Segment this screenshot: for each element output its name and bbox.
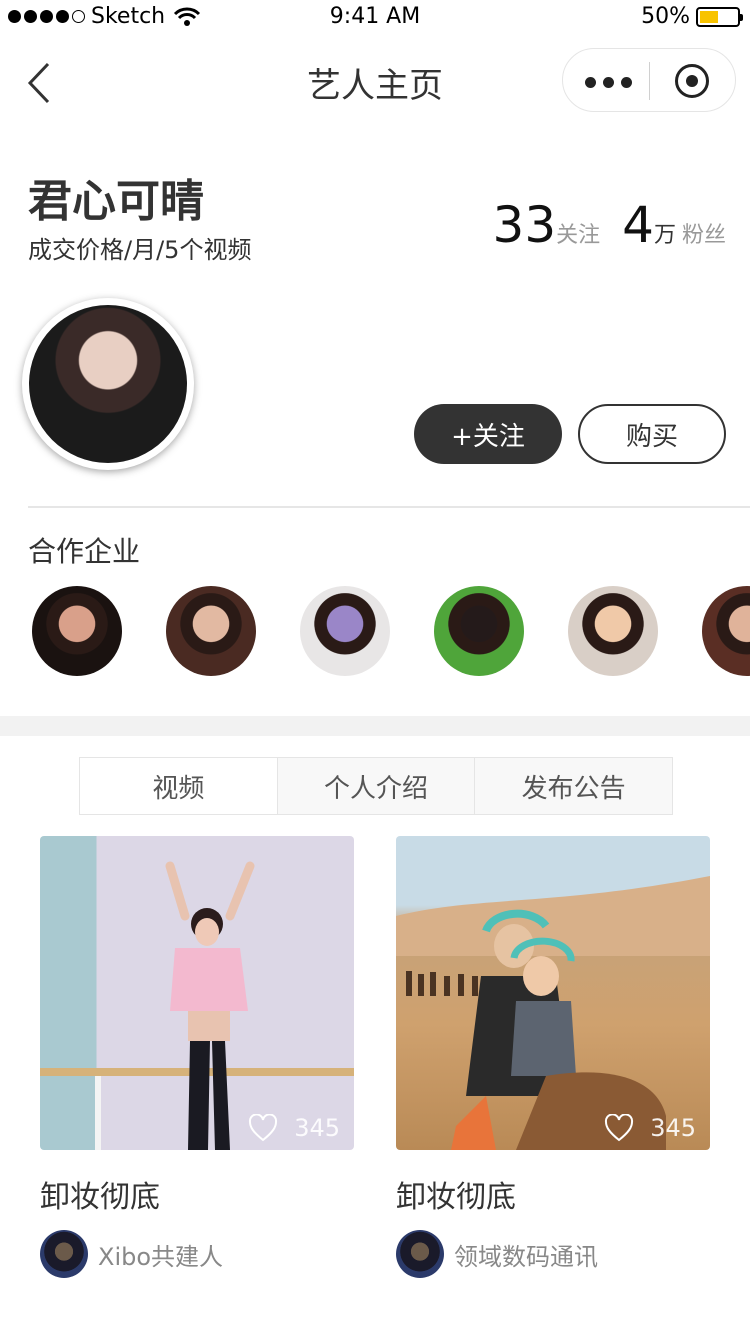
- battery-icon: [696, 6, 743, 27]
- video-title[interactable]: 卸妆彻底: [396, 1172, 710, 1216]
- buy-button[interactable]: 购买: [578, 404, 726, 464]
- tab-bar: 视频 个人介绍 发布公告: [79, 757, 673, 815]
- target-circle-icon[interactable]: [675, 64, 709, 98]
- author-avatar: [396, 1230, 444, 1278]
- following-count: 33: [492, 196, 557, 254]
- video-author[interactable]: Xibo共建人: [40, 1230, 354, 1278]
- battery-fill: [700, 10, 718, 23]
- tab-0[interactable]: 视频: [80, 758, 278, 814]
- heart-icon[interactable]: [604, 1114, 634, 1142]
- artist-stats: 33 关注 4 万 粉丝: [493, 196, 726, 254]
- heart-icon[interactable]: [248, 1114, 278, 1142]
- capsule-divider: [649, 62, 650, 100]
- tab-2[interactable]: 发布公告: [475, 758, 673, 814]
- likes-counter: 345: [604, 1114, 696, 1142]
- author-avatar: [40, 1230, 88, 1278]
- author-name: 领域数码通讯: [454, 1242, 598, 1271]
- video-card[interactable]: 345 卸妆彻底 Xibo共建人: [40, 836, 354, 1278]
- likes-counter: 345: [248, 1114, 340, 1142]
- cooperation-logo[interactable]: [32, 586, 122, 676]
- cooperation-logo[interactable]: [568, 586, 658, 676]
- cooperation-logo-list: [32, 586, 750, 678]
- video-title[interactable]: 卸妆彻底: [40, 1172, 354, 1216]
- cooperation-logo[interactable]: [300, 586, 390, 676]
- cooperation-logo[interactable]: [434, 586, 524, 676]
- fans-count: 4: [622, 196, 654, 254]
- nav-bar: 艺人主页: [0, 40, 750, 124]
- likes-count: 345: [650, 1114, 696, 1142]
- tab-1[interactable]: 个人介绍: [277, 758, 476, 814]
- avatar-photo: [29, 305, 187, 463]
- video-thumbnail[interactable]: 345: [40, 836, 354, 1150]
- following-label: 关注: [556, 223, 601, 248]
- cooperation-logo[interactable]: [166, 586, 256, 676]
- video-author[interactable]: 领域数码通讯: [396, 1230, 710, 1278]
- divider: [28, 506, 750, 508]
- artist-name: 君心可晴: [28, 176, 204, 227]
- author-name: Xibo共建人: [98, 1242, 224, 1271]
- video-card[interactable]: 345 卸妆彻底 领域数码通讯: [396, 836, 710, 1278]
- avatar[interactable]: [22, 298, 194, 470]
- status-right: 50%: [641, 4, 743, 29]
- cooperation-title: 合作企业: [28, 535, 141, 568]
- follow-button[interactable]: +关注: [414, 404, 562, 464]
- cooperation-logo[interactable]: [702, 586, 750, 676]
- desert-scene: [396, 876, 710, 1150]
- more-dots-icon[interactable]: [585, 77, 632, 88]
- video-thumbnail[interactable]: 345: [396, 836, 710, 1150]
- likes-count: 345: [294, 1114, 340, 1142]
- mini-program-capsule: [562, 48, 736, 112]
- fans-unit: 万: [653, 223, 676, 248]
- status-time: 9:41 AM: [329, 4, 421, 29]
- battery-percent: 50%: [641, 4, 690, 29]
- ballet-scene: [40, 861, 354, 1150]
- section-separator: [0, 716, 750, 736]
- fans-label: 粉丝: [681, 223, 726, 248]
- status-bar: Sketch 9:41 AM 50%: [0, 0, 750, 36]
- artist-subtitle: 成交价格/月/5个视频: [28, 236, 252, 264]
